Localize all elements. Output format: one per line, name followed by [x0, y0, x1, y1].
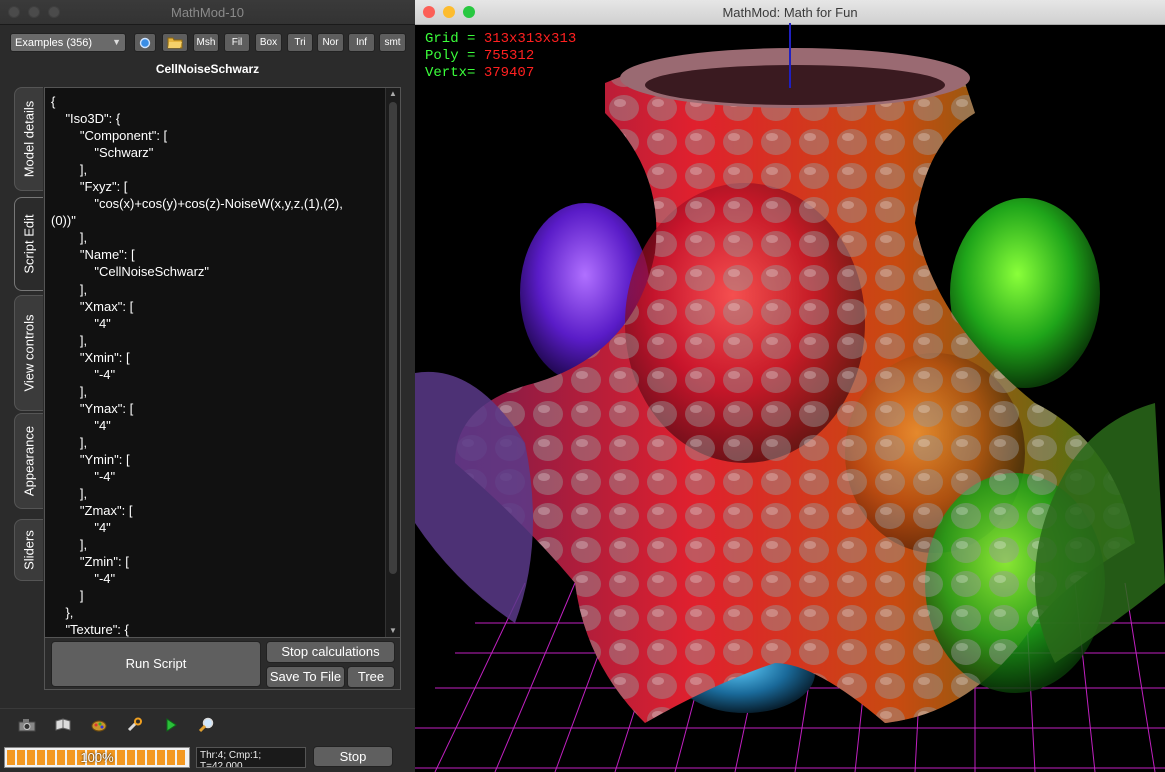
render-window: MathMod: Math for Fun Grid = 313x313x313…	[415, 0, 1165, 772]
tab-view-controls-label: View controls	[21, 314, 37, 392]
render-stats: Grid = 313x313x313 Poly = 755312 Vertx= …	[425, 31, 576, 82]
3d-viewport[interactable]: Grid = 313x313x313 Poly = 755312 Vertx= …	[415, 23, 1165, 772]
chevron-down-icon: ▼	[112, 37, 121, 47]
stop-button[interactable]: Stop	[313, 746, 393, 767]
tab-sliders[interactable]: Sliders	[14, 519, 43, 581]
tab-model-details[interactable]: Model details	[14, 87, 43, 191]
wrench-icon[interactable]	[126, 717, 144, 735]
stat-grid-value: 313x313x313	[483, 31, 577, 47]
progress-label: 100%	[80, 750, 114, 765]
bottom-toolbar	[0, 708, 415, 741]
render-window-title: MathMod: Math for Fun	[722, 5, 858, 20]
stat-vertx-value: 379407	[483, 65, 535, 81]
play-icon[interactable]	[162, 717, 180, 735]
folder-icon	[167, 37, 183, 49]
tab-sliders-label: Sliders	[21, 530, 37, 570]
status-row: 100% Thr:4; Cmp:1; T=42,000 Stop	[0, 744, 415, 772]
scrollbar-thumb[interactable]	[389, 102, 397, 574]
stat-poly-value: 755312	[483, 48, 535, 64]
stat-grid: Grid = 313x313x313	[425, 31, 577, 47]
smt-button[interactable]: smt	[379, 33, 406, 52]
status-text-value: Thr:4; Cmp:1; T=42,000	[200, 750, 262, 768]
rendered-surface[interactable]	[415, 23, 1165, 772]
tree-button[interactable]: Tree	[347, 666, 395, 688]
save-to-file-button[interactable]: Save To File	[266, 666, 345, 688]
top-toolbar: Examples (356) ▼ Msh Fil Box Tri Nor Inf…	[10, 33, 409, 53]
nor-button[interactable]: Nor	[317, 33, 344, 52]
tri-button[interactable]: Tri	[287, 33, 313, 52]
script-button-area: Run Script Stop calculations Save To Fil…	[44, 638, 401, 690]
examples-dropdown[interactable]: Examples (356) ▼	[10, 33, 126, 52]
scroll-down-icon[interactable]: ▼	[386, 625, 400, 637]
control-window-titlebar[interactable]: MathMod-10	[0, 0, 415, 25]
refresh-icon	[139, 37, 151, 49]
stat-grid-label: Grid	[425, 31, 459, 47]
camera-icon[interactable]	[18, 717, 36, 735]
model-name-label: CellNoiseSchwarz	[155, 62, 260, 76]
msh-button[interactable]: Msh	[193, 33, 219, 52]
open-folder-button[interactable]	[162, 33, 188, 52]
stat-poly-label: Poly	[425, 48, 459, 64]
scroll-up-icon[interactable]: ▲	[386, 88, 400, 100]
stat-poly: Poly = 755312	[425, 48, 535, 64]
stat-vertx: Vertx= 379407	[425, 65, 535, 81]
control-window: MathMod-10 Examples (356) ▼ Msh Fil Box …	[0, 0, 415, 772]
status-text: Thr:4; Cmp:1; T=42,000	[196, 747, 306, 768]
editor-scrollbar[interactable]: ▲ ▼	[385, 88, 400, 637]
book-icon[interactable]	[54, 717, 72, 735]
inf-button[interactable]: Inf	[348, 33, 375, 52]
progress-bar: 100%	[4, 747, 190, 768]
stat-vertx-label: Vertx	[425, 65, 468, 81]
refresh-button[interactable]	[134, 33, 156, 52]
tab-appearance[interactable]: Appearance	[14, 413, 43, 509]
fil-button[interactable]: Fil	[224, 33, 250, 52]
stop-calculations-button[interactable]: Stop calculations	[266, 641, 395, 663]
tab-appearance-label: Appearance	[21, 425, 37, 497]
tab-model-details-label: Model details	[21, 100, 37, 178]
tab-script-edit[interactable]: Script Edit	[14, 197, 43, 291]
examples-dropdown-label: Examples (356)	[15, 37, 93, 49]
tab-view-controls[interactable]: View controls	[14, 295, 43, 411]
run-script-button[interactable]: Run Script	[51, 641, 261, 687]
tab-script-edit-label: Script Edit	[21, 214, 37, 274]
box-button[interactable]: Box	[255, 33, 282, 52]
search-icon[interactable]	[198, 717, 216, 735]
color-icon[interactable]	[90, 717, 108, 735]
script-text[interactable]: { "Iso3D": { "Component": [ "Schwarz" ],…	[51, 93, 380, 637]
render-window-titlebar[interactable]: MathMod: Math for Fun	[415, 0, 1165, 25]
script-editor[interactable]: { "Iso3D": { "Component": [ "Schwarz" ],…	[45, 88, 386, 637]
script-editor-frame: { "Iso3D": { "Component": [ "Schwarz" ],…	[44, 87, 401, 638]
top-opening	[645, 65, 945, 105]
control-window-title: MathMod-10	[171, 5, 244, 20]
